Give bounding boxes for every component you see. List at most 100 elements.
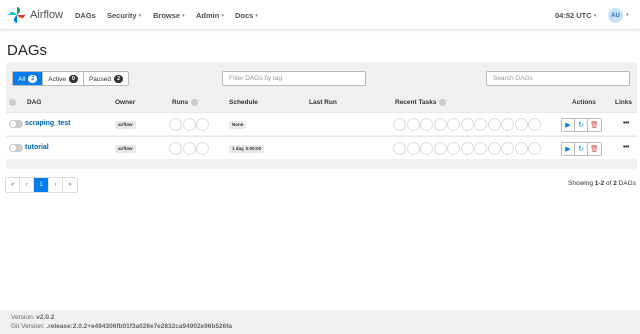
filter-paused-label: Paused (88, 75, 111, 83)
header-schedule[interactable]: Schedule (229, 99, 258, 106)
last-page-button[interactable]: » (63, 178, 77, 192)
info-icon[interactable] (439, 99, 447, 106)
info-icon[interactable] (191, 99, 199, 106)
user-avatar[interactable]: AU (608, 8, 623, 23)
task-state-circle[interactable] (420, 118, 433, 131)
task-state-circle[interactable] (514, 142, 528, 155)
run-state-circle[interactable] (196, 142, 209, 155)
search-input[interactable] (486, 71, 630, 86)
table-row: tutorial airflow 1 day, 0:00:00 ▶ ↻ 🗑 ••… (6, 136, 637, 159)
nav-dags[interactable]: DAGs (75, 11, 96, 20)
trigger-dag-play-icon[interactable]: ▶ (562, 119, 575, 131)
filter-all-label: All (18, 75, 26, 83)
chevron-down-icon[interactable]: ▾ (626, 12, 629, 18)
nav-browse[interactable]: Browse ▾ (153, 11, 185, 20)
task-state-circle[interactable] (433, 118, 447, 131)
filter-active-label: Active (48, 75, 66, 83)
run-state-circle[interactable] (169, 142, 182, 155)
next-page-button[interactable]: › (49, 178, 63, 192)
header-dag[interactable]: DAG (27, 99, 41, 106)
row-actions: ▶ ↻ 🗑 (561, 142, 602, 156)
chevron-down-icon: ▾ (593, 12, 597, 19)
header-info-icon (9, 99, 16, 106)
table-header: DAG Owner Runs Schedule Last Run Recent … (6, 95, 637, 111)
task-state-circle[interactable] (501, 118, 514, 131)
table-row: scraping_test airflow None ▶ ↻ 🗑 ••• (6, 112, 637, 135)
delete-trash-icon[interactable]: 🗑 (588, 119, 601, 131)
links-more-icon[interactable]: ••• (623, 120, 629, 127)
results-count: Showing 1-2 of 2 DAGs (568, 180, 636, 187)
task-state-circle[interactable] (487, 142, 501, 155)
task-state-circle[interactable] (460, 118, 474, 131)
task-state-circle[interactable] (501, 142, 514, 155)
first-page-button[interactable]: « (6, 178, 20, 192)
page-title: DAGs (7, 42, 48, 59)
chevron-down-icon: ▾ (255, 12, 258, 19)
dag-pause-toggle[interactable] (9, 144, 23, 152)
task-state-circle[interactable] (474, 142, 487, 155)
refresh-icon[interactable]: ↻ (575, 119, 588, 131)
run-state-circle[interactable] (169, 118, 182, 131)
chevron-down-icon: ▾ (221, 12, 224, 19)
task-state-circle[interactable] (393, 118, 406, 131)
dag-id-link[interactable]: scraping_test (25, 120, 71, 127)
nav-admin[interactable]: Admin ▾ (196, 11, 224, 20)
task-state-circle[interactable] (447, 118, 460, 131)
runs-circles (169, 118, 210, 131)
showing-suffix: DAGs (616, 180, 636, 187)
task-state-circle[interactable] (393, 142, 406, 155)
delete-trash-icon[interactable]: 🗑 (588, 143, 601, 155)
task-state-circle[interactable] (474, 118, 487, 131)
showing-middle: of (604, 180, 614, 187)
version-line: Version: v2.0.2 (11, 313, 629, 322)
schedule-badge[interactable]: 1 day, 0:00:00 (229, 145, 265, 153)
header-runs: Runs (172, 99, 199, 106)
header-recent-tasks-label: Recent Tasks (395, 99, 437, 106)
owner-badge[interactable]: airflow (115, 145, 136, 153)
run-state-circle[interactable] (182, 118, 196, 131)
task-state-circle[interactable] (420, 142, 433, 155)
header-owner[interactable]: Owner (115, 99, 135, 106)
header-actions: Actions (572, 99, 596, 106)
refresh-icon[interactable]: ↻ (575, 143, 588, 155)
time-dropdown[interactable]: 04:52 UTC ▾ (555, 11, 596, 20)
filter-paused-button[interactable]: Paused 2 (84, 72, 128, 85)
tag-filter-input[interactable] (222, 71, 366, 86)
chevron-down-icon: ▾ (182, 12, 185, 19)
info-icon (9, 99, 16, 106)
trigger-dag-play-icon[interactable]: ▶ (562, 143, 575, 155)
links-more-icon[interactable]: ••• (623, 144, 629, 151)
header-last-run[interactable]: Last Run (309, 99, 337, 106)
brand-name: Airflow (30, 9, 64, 21)
owner-badge[interactable]: airflow (115, 121, 136, 129)
git-label: Git Version: (11, 323, 47, 330)
nav-dags-label: DAGs (75, 11, 96, 20)
runs-circles (169, 142, 210, 155)
recent-tasks-circles (393, 142, 542, 155)
version-value: v2.0.2 (36, 314, 55, 321)
run-state-circle[interactable] (182, 142, 196, 155)
run-state-circle[interactable] (196, 118, 209, 131)
showing-range: 1-2 (594, 180, 605, 187)
dag-id-link[interactable]: tutorial (25, 144, 49, 151)
filter-active-button[interactable]: Active 0 (43, 72, 84, 85)
dag-pause-toggle[interactable] (9, 120, 23, 128)
task-state-circle[interactable] (433, 142, 447, 155)
task-state-circle[interactable] (460, 142, 474, 155)
nav-docs[interactable]: Docs ▾ (235, 11, 258, 20)
task-state-circle[interactable] (487, 118, 501, 131)
schedule-badge[interactable]: None (229, 121, 247, 129)
page-1-button[interactable]: 1 (34, 178, 49, 192)
airflow-logo[interactable]: Airflow (8, 5, 63, 25)
task-state-circle[interactable] (447, 142, 460, 155)
task-state-circle[interactable] (406, 142, 420, 155)
task-state-circle[interactable] (528, 118, 541, 131)
task-state-circle[interactable] (514, 118, 528, 131)
prev-page-button[interactable]: ‹ (20, 178, 34, 192)
filter-all-button[interactable]: All 2 (13, 72, 44, 85)
task-state-circle[interactable] (528, 142, 541, 155)
task-state-circle[interactable] (406, 118, 420, 131)
nav-security[interactable]: Security ▾ (107, 11, 141, 20)
dags-panel: All 2 Active 0 Paused 2 DAG Owner Runs S… (6, 62, 637, 169)
filter-active-count: 0 (68, 75, 78, 83)
